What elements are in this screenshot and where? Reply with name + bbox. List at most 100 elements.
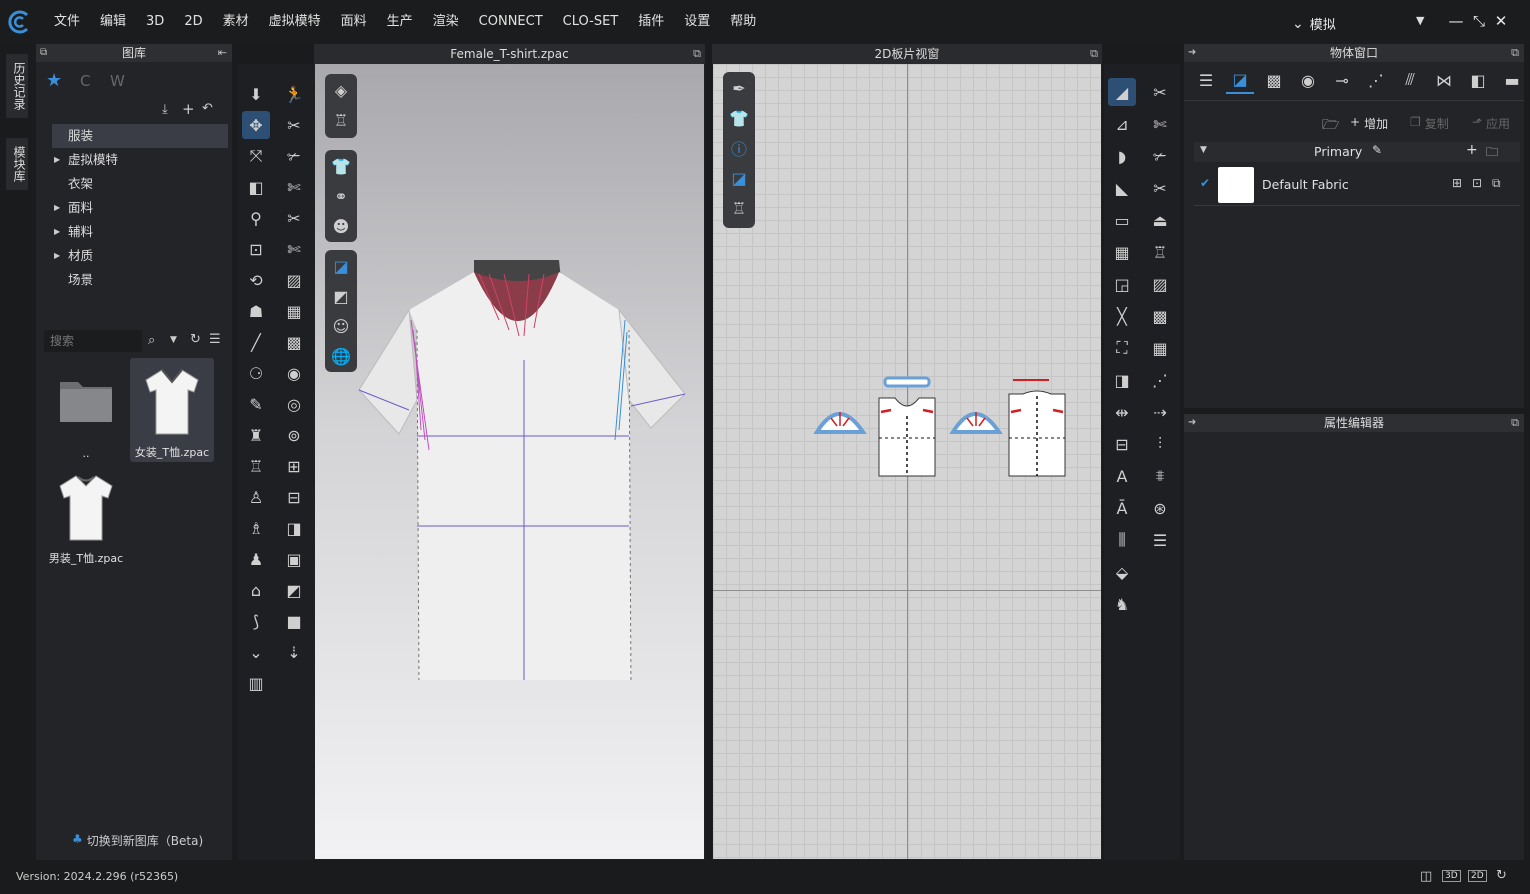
iron-icon[interactable]: ⏏ (1146, 206, 1174, 234)
menu-production[interactable]: 生产 (377, 0, 423, 44)
menu-plugins[interactable]: 插件 (628, 0, 674, 44)
trim-icon[interactable]: ⊞ (280, 452, 308, 480)
tab-button-icon[interactable]: ◉ (1294, 66, 1322, 94)
tree-item-scene[interactable]: 场景 (52, 268, 228, 292)
stack-icon[interactable]: ☰ (1146, 526, 1174, 554)
expand-arrow-icon[interactable]: ▶ (54, 220, 60, 244)
menu-2d[interactable]: 2D (174, 0, 212, 44)
seam-allowance-icon[interactable]: ◨ (1108, 366, 1136, 394)
expand-right-icon[interactable]: ➜ (1188, 44, 1196, 62)
tab-buttonhole-icon[interactable]: ⊸ (1328, 66, 1356, 94)
menu-edit[interactable]: 编辑 (90, 0, 136, 44)
add-fabric-button[interactable]: + 增加 (1350, 115, 1388, 132)
file-male-tshirt[interactable]: 男装_T恤.zpac (44, 464, 128, 568)
refresh-icon[interactable]: ↻ (190, 332, 201, 347)
expand-right-icon[interactable]: ➜ (1188, 414, 1196, 432)
menu-fabric[interactable]: 面料 (331, 0, 377, 44)
fit-map-icon[interactable]: ▥ (242, 669, 270, 697)
split-view-icon[interactable]: ◫ (1420, 869, 1432, 884)
float-window-icon[interactable]: ⧉ (40, 44, 47, 62)
tab-fabric-icon[interactable]: ◪ (1226, 66, 1254, 94)
brush-icon[interactable]: ⚆ (242, 359, 270, 387)
minimize-icon[interactable]: — (1446, 12, 1466, 30)
fabric-block-icon[interactable]: ◩ (280, 576, 308, 604)
tab-trim-icon[interactable]: ⋈ (1430, 66, 1458, 94)
segment-sewing-2d-icon[interactable]: ✂ (1146, 78, 1174, 106)
close-icon[interactable]: ✕ (1491, 12, 1511, 30)
tack-icon[interactable]: ⊡ (242, 235, 270, 263)
topstitch-icon[interactable]: ⋰ (1146, 366, 1174, 394)
shirt-mirror-icon[interactable]: ♙ (242, 483, 270, 511)
style-line-icon[interactable]: ✎ (242, 390, 270, 418)
tree-item-avatar[interactable]: ▶ 虚拟模特 (52, 148, 228, 172)
copy-fabric-button[interactable]: ❐ 复制 (1410, 115, 1449, 132)
drop-garment-icon[interactable]: ⬇ (242, 80, 270, 108)
tree-item-material[interactable]: ▶ 材质 (52, 244, 228, 268)
view-cube-icon[interactable]: ◈ (327, 76, 355, 104)
shirt-layer-icon[interactable]: ♗ (242, 514, 270, 542)
tshirt-icon[interactable]: 👕 (725, 104, 753, 132)
folder-icon[interactable]: 🗀 (1486, 143, 1498, 164)
edit-curvature-icon[interactable]: ◗ (1108, 142, 1136, 170)
menu-settings[interactable]: 设置 (674, 0, 720, 44)
apply-to-pattern-icon[interactable]: ⊡ (1472, 176, 1482, 190)
tab-zipper-icon[interactable]: ⫻ (1396, 66, 1424, 94)
button-tool-icon[interactable]: ◉ (280, 359, 308, 387)
menu-3d[interactable]: 3D (136, 0, 174, 44)
download-icon[interactable]: ⤓ (162, 102, 168, 117)
show-garment-icon[interactable]: ♖ (327, 106, 355, 134)
piping-icon[interactable]: ⊟ (280, 483, 308, 511)
tab-modules[interactable]: 模块库 (6, 138, 28, 190)
texture-icon[interactable]: ▦ (280, 297, 308, 325)
simulate-avatar-icon[interactable]: 🏃 (280, 80, 308, 108)
float-window-icon[interactable]: ⧉ (693, 44, 701, 64)
measure-icon[interactable]: ╱ (242, 328, 270, 356)
collapse-arrow-icon[interactable]: ▼ (1200, 145, 1207, 155)
tab-history[interactable]: 历史记录 (6, 54, 28, 118)
shirt-stack-icon[interactable]: ♖ (242, 452, 270, 480)
trace-icon[interactable]: ◲ (1108, 270, 1136, 298)
arrange-icon[interactable]: ☗ (242, 297, 270, 325)
info-icon[interactable]: ⓘ (725, 134, 753, 162)
menu-file[interactable]: 文件 (44, 0, 90, 44)
tshirt-icon[interactable]: 👕 (327, 152, 355, 180)
texture-2d-icon[interactable]: ▦ (1146, 334, 1174, 362)
refresh-icon[interactable]: ↻ (1496, 868, 1507, 883)
folder-add-icon[interactable]: 🗁 (1322, 114, 1339, 138)
mode-selector[interactable]: ⌄ 模拟 (1292, 14, 1336, 34)
collapse-left-icon[interactable]: ⇤ (218, 44, 227, 62)
polygon-icon[interactable]: ◣ (1108, 174, 1136, 202)
tab-topstitch-icon[interactable]: ⋰ (1362, 66, 1390, 94)
expand-arrow-icon[interactable]: ▶ (54, 196, 60, 220)
fabric-list-item[interactable]: ✔ Default Fabric ⊞ ⊡ ⧉ (1194, 164, 1520, 206)
menu-render[interactable]: 渲染 (423, 0, 469, 44)
multi-sewing-2d-icon[interactable]: ✃ (1146, 142, 1174, 170)
duplicate-icon[interactable]: ⧉ (1492, 176, 1501, 191)
fabric-sewing-icon[interactable]: ▨ (1146, 270, 1174, 298)
edit-pattern-icon[interactable]: ⊿ (1108, 110, 1136, 138)
file-female-tshirt[interactable]: 女装_T恤.zpac (130, 358, 214, 462)
check-sewing-icon[interactable]: ▨ (280, 266, 308, 294)
sewing-tool-icon[interactable]: ✂ (280, 111, 308, 139)
tree-item-hanger[interactable]: 衣架 (52, 172, 228, 196)
search-icon[interactable]: ⌕ (148, 333, 155, 348)
tape-icon[interactable]: ◨ (280, 514, 308, 542)
free-sewing-2d-icon[interactable]: ✄ (1146, 110, 1174, 138)
buttonhole-icon[interactable]: ◎ (280, 390, 308, 418)
view-2d-only-button[interactable]: 2D (1468, 870, 1487, 882)
file-parent-folder[interactable]: .. (44, 358, 128, 462)
restore-icon[interactable]: ⤡ (1469, 12, 1489, 30)
tab-puckering-icon[interactable]: ◧ (1464, 66, 1492, 94)
shirt-lock-icon[interactable]: ♖ (725, 194, 753, 222)
elastic-icon[interactable]: ⫶ (1146, 430, 1174, 458)
free-topstitch-icon[interactable]: ⇢ (1146, 398, 1174, 426)
expand-arrow-icon[interactable]: ▶ (54, 244, 60, 268)
add-to-pattern-icon[interactable]: ⊞ (1452, 176, 1462, 190)
transform-pattern-icon[interactable]: ◢ (1108, 78, 1136, 106)
menu-clo-set[interactable]: CLO-SET (553, 0, 629, 44)
garment-tool-icon[interactable]: ◧ (242, 173, 270, 201)
pin-icon[interactable]: ⚲ (242, 204, 270, 232)
grading-icon[interactable]: ⇹ (1108, 398, 1136, 426)
avatar-pattern-icon[interactable]: ♞ (1108, 590, 1136, 618)
3d-viewport[interactable]: ◈ ♖ 👕 ⚭ ☻ ◪ ◩ ☺ 🌐 (315, 64, 704, 859)
